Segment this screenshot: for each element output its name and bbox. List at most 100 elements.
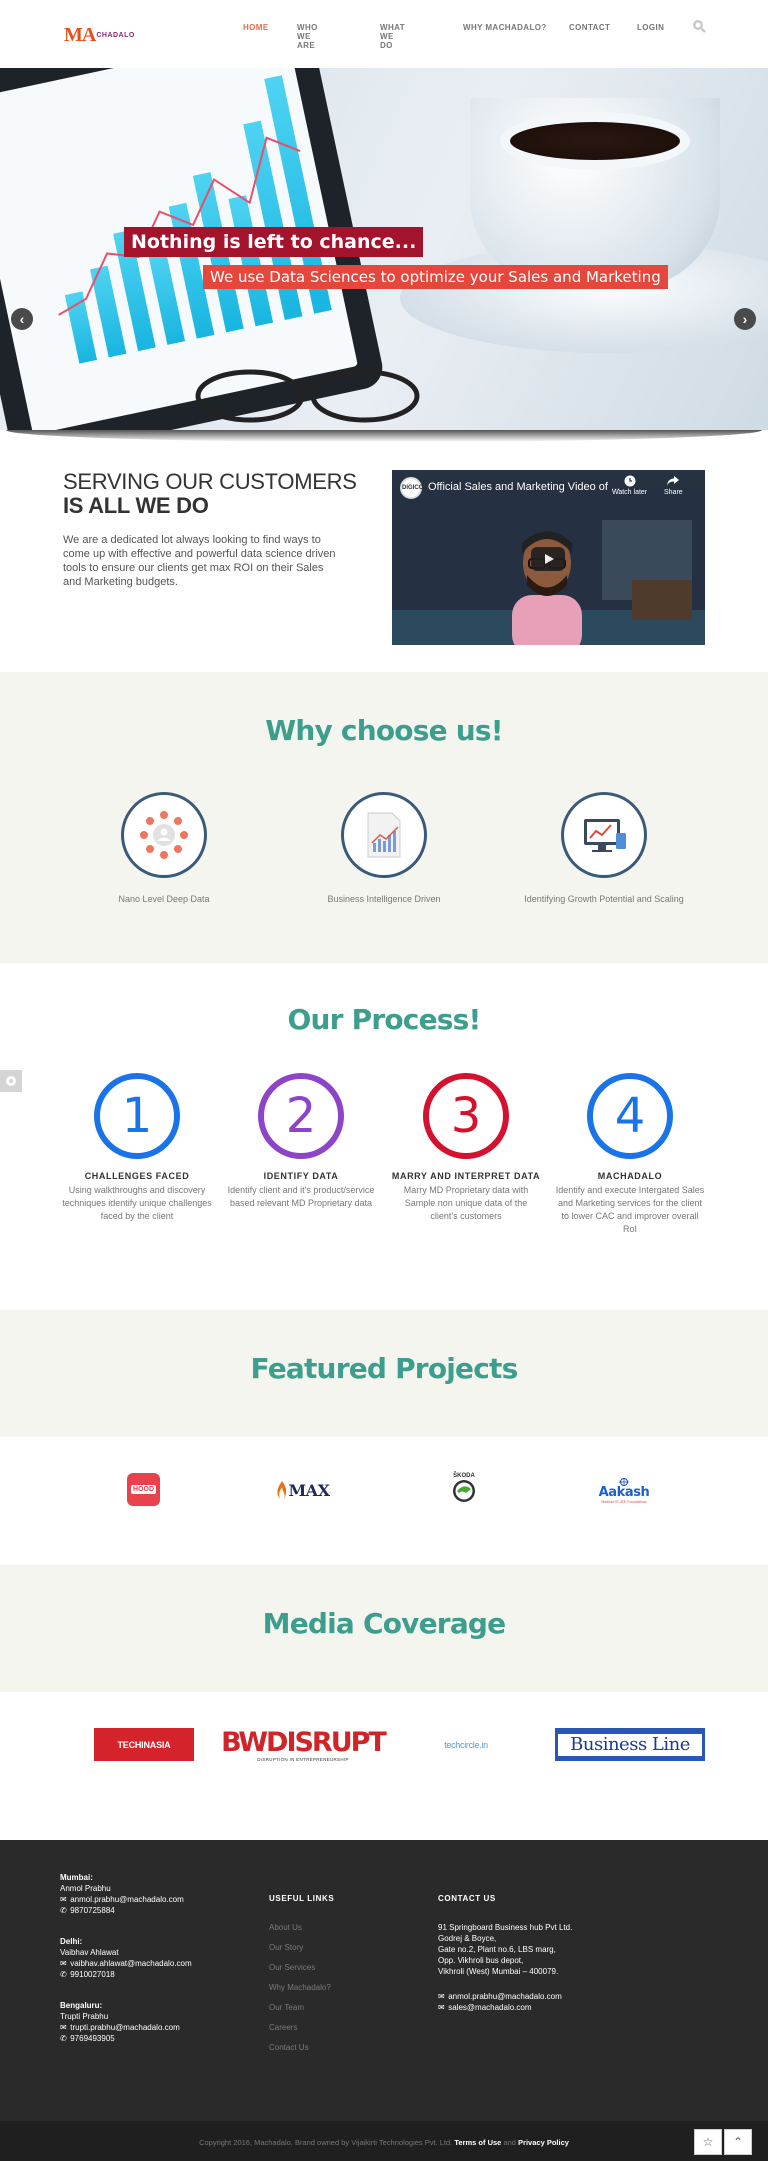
footer-link-contact[interactable]: Contact Us [269,2042,334,2053]
animated-person [512,531,582,645]
privacy-link[interactable]: Privacy Policy [518,2138,569,2147]
media-coverage-band: Media Coverage [0,1565,768,1692]
brand-logo[interactable]: MA CHADALO [64,24,134,46]
office-block: Bengaluru: Trupti Prabhu ✉ trupti.prabhu… [60,2001,180,2043]
serving-section: SERVING OUR CUSTOMERS IS ALL WE DO We are… [0,442,768,672]
step-description: Identify and execute Intergated Sales an… [555,1185,705,1234]
process-section: Our Process! 1 CHALLENGES FACED Using wa… [0,963,768,1310]
phone-icon: ✆ [60,1906,67,1915]
media-title: Media Coverage [262,1607,507,1640]
site-footer: Mumbai: Anmol Prabhu ✉ anmol.prabhu@mach… [0,1840,768,2121]
featured-title: Featured Projects [250,1352,519,1385]
office-email-link[interactable]: anmol.prabhu@machadalo.com [70,1895,184,1904]
video-title[interactable]: Official Sales and Marketing Video of ..… [428,481,620,493]
techcircle-logo[interactable]: techcircle.in [436,1738,496,1752]
copyright-text: Copyright 2016, Machadalo. Brand owned b… [199,2138,569,2147]
glasses-image [195,369,420,423]
flame-icon [277,1481,287,1499]
footer-link-about[interactable]: About Us [269,1922,334,1933]
step-number-badge: 4 [587,1073,673,1159]
watch-later-button[interactable]: Watch later [612,475,647,496]
office-email-link[interactable]: trupti.prabhu@machadalo.com [70,2023,180,2032]
search-icon[interactable] [692,19,706,33]
bwdisrupt-logo[interactable]: BWDISRUPT DISRUPTION IN ENTREPRENEURSHIP [221,1726,387,1764]
process-step: 2 IDENTIFY DATA Identify client and it's… [225,1073,377,1210]
share-icon [667,476,680,486]
hero-headline: Nothing is left to chance... [124,227,424,257]
step-title: MARRY AND INTERPRET DATA [391,1171,541,1181]
phone-icon: ✆ [60,2034,67,2043]
favorite-star-icon[interactable]: ☆ [694,2129,722,2155]
logo-mark: MA [64,23,96,46]
next-slide-arrow-icon[interactable]: › [734,308,756,330]
featured-projects-band: Featured Projects [0,1310,768,1437]
office-block: Delhi: Vaibhav Ahlawat ✉ vaibhav.ahlawat… [60,1937,192,1979]
share-button[interactable]: Share [664,475,683,496]
footer-link-services[interactable]: Our Services [269,1962,334,1973]
aakash-logo[interactable]: Aakash Medical·IIT-JEE·Foundations [594,1474,654,1508]
contact-email-link[interactable]: anmol.prabhu@machadalo.com [448,1992,562,2001]
nav-home[interactable]: HOME [243,23,269,32]
step-title: MACHADALO [597,1171,663,1181]
hood-logo[interactable]: HOOD [127,1473,160,1506]
nav-contact[interactable]: CONTACT [569,23,610,32]
footer-contact: CONTACT US 91 Springboard Business hub P… [438,1893,572,2013]
office-email-link[interactable]: vaibhav.ahlawat@machadalo.com [70,1959,191,1968]
play-button-icon[interactable] [531,547,565,571]
channel-avatar[interactable]: DIGICOM [400,477,428,499]
why-item-label: Business Intelligence Driven [327,894,441,904]
envelope-icon: ✉ [438,1992,445,2001]
contact-email-link[interactable]: sales@machadalo.com [448,2003,531,2012]
why-item: Business Intelligence Driven [284,792,484,904]
step-description: Using walkthroughs and discovery techniq… [62,1185,212,1221]
businessline-logo[interactable]: Business Line [555,1728,705,1761]
step-description: Marry MD Proprietary data with Sample no… [403,1185,529,1221]
clock-icon [624,475,636,487]
step-number-badge: 3 [423,1073,509,1159]
process-title: Our Process! [287,1003,482,1036]
why-choose-section: Why choose us! Nano Level Deep Data Busi… [0,672,768,963]
step-description: Identify client and it's product/service… [227,1185,375,1208]
settings-gear-icon[interactable] [0,1070,22,1092]
step-title: IDENTIFY DATA [263,1171,339,1181]
envelope-icon: ✉ [438,2003,445,2012]
phone-icon: ✆ [60,1970,67,1979]
step-number-badge: 1 [94,1073,180,1159]
prev-slide-arrow-icon[interactable]: ‹ [11,308,33,330]
footer-link-careers[interactable]: Careers [269,2022,334,2033]
process-step: 1 CHALLENGES FACED Using walkthroughs an… [61,1073,213,1223]
nav-who-we-are[interactable]: WHO WE ARE [297,23,318,50]
useful-links-title: USEFUL LINKS [269,1894,335,1903]
skoda-emblem-icon [453,1480,475,1502]
footer-link-story[interactable]: Our Story [269,1942,334,1953]
serving-title: SERVING OUR CUSTOMERS IS ALL WE DO [63,469,357,518]
network-dots-icon [121,792,207,878]
envelope-icon: ✉ [60,1959,67,1968]
youtube-video[interactable]: DIGICOM Official Sales and Marketing Vid… [392,470,705,645]
media-logos: TECHINASIA BWDISRUPT DISRUPTION IN ENTRE… [0,1692,768,1840]
hero-slider: Nothing is left to chance... We use Data… [0,68,768,430]
nav-why-machadalo[interactable]: WHY MACHADALO? [463,23,553,32]
coffee-image [500,112,690,170]
report-chart-icon [341,792,427,878]
terms-link[interactable]: Terms of Use [454,2138,501,2147]
footer-link-why[interactable]: Why Machadalo? [269,1982,334,1993]
office-block: Mumbai: Anmol Prabhu ✉ anmol.prabhu@mach… [60,1873,184,1915]
serving-body: We are a dedicated lot always looking to… [63,534,336,588]
hero-shadow [6,430,762,442]
nav-login[interactable]: LOGIN [637,23,664,32]
why-item: Nano Level Deep Data [64,792,264,904]
growth-monitor-icon [561,792,647,878]
footer-link-team[interactable]: Our Team [269,2002,334,2013]
techinasia-logo[interactable]: TECHINASIA [94,1728,194,1761]
envelope-icon: ✉ [60,2023,67,2032]
nav-what-we-do[interactable]: WHAT WE DO [380,23,405,50]
why-title: Why choose us! [265,714,503,747]
max-logo[interactable]: MAX [272,1479,334,1501]
contact-title: CONTACT US [438,1894,496,1903]
skoda-logo[interactable]: ŠKODA [448,1470,480,1506]
copyright-bar: Copyright 2016, Machadalo. Brand owned b… [0,2121,768,2161]
logo-text: CHADALO [96,31,135,39]
featured-logos: HOOD MAX ŠKODA Aakash Medical·IIT-JEE·Fo… [0,1437,768,1565]
scroll-to-top-icon[interactable]: ⌃ [724,2129,752,2155]
